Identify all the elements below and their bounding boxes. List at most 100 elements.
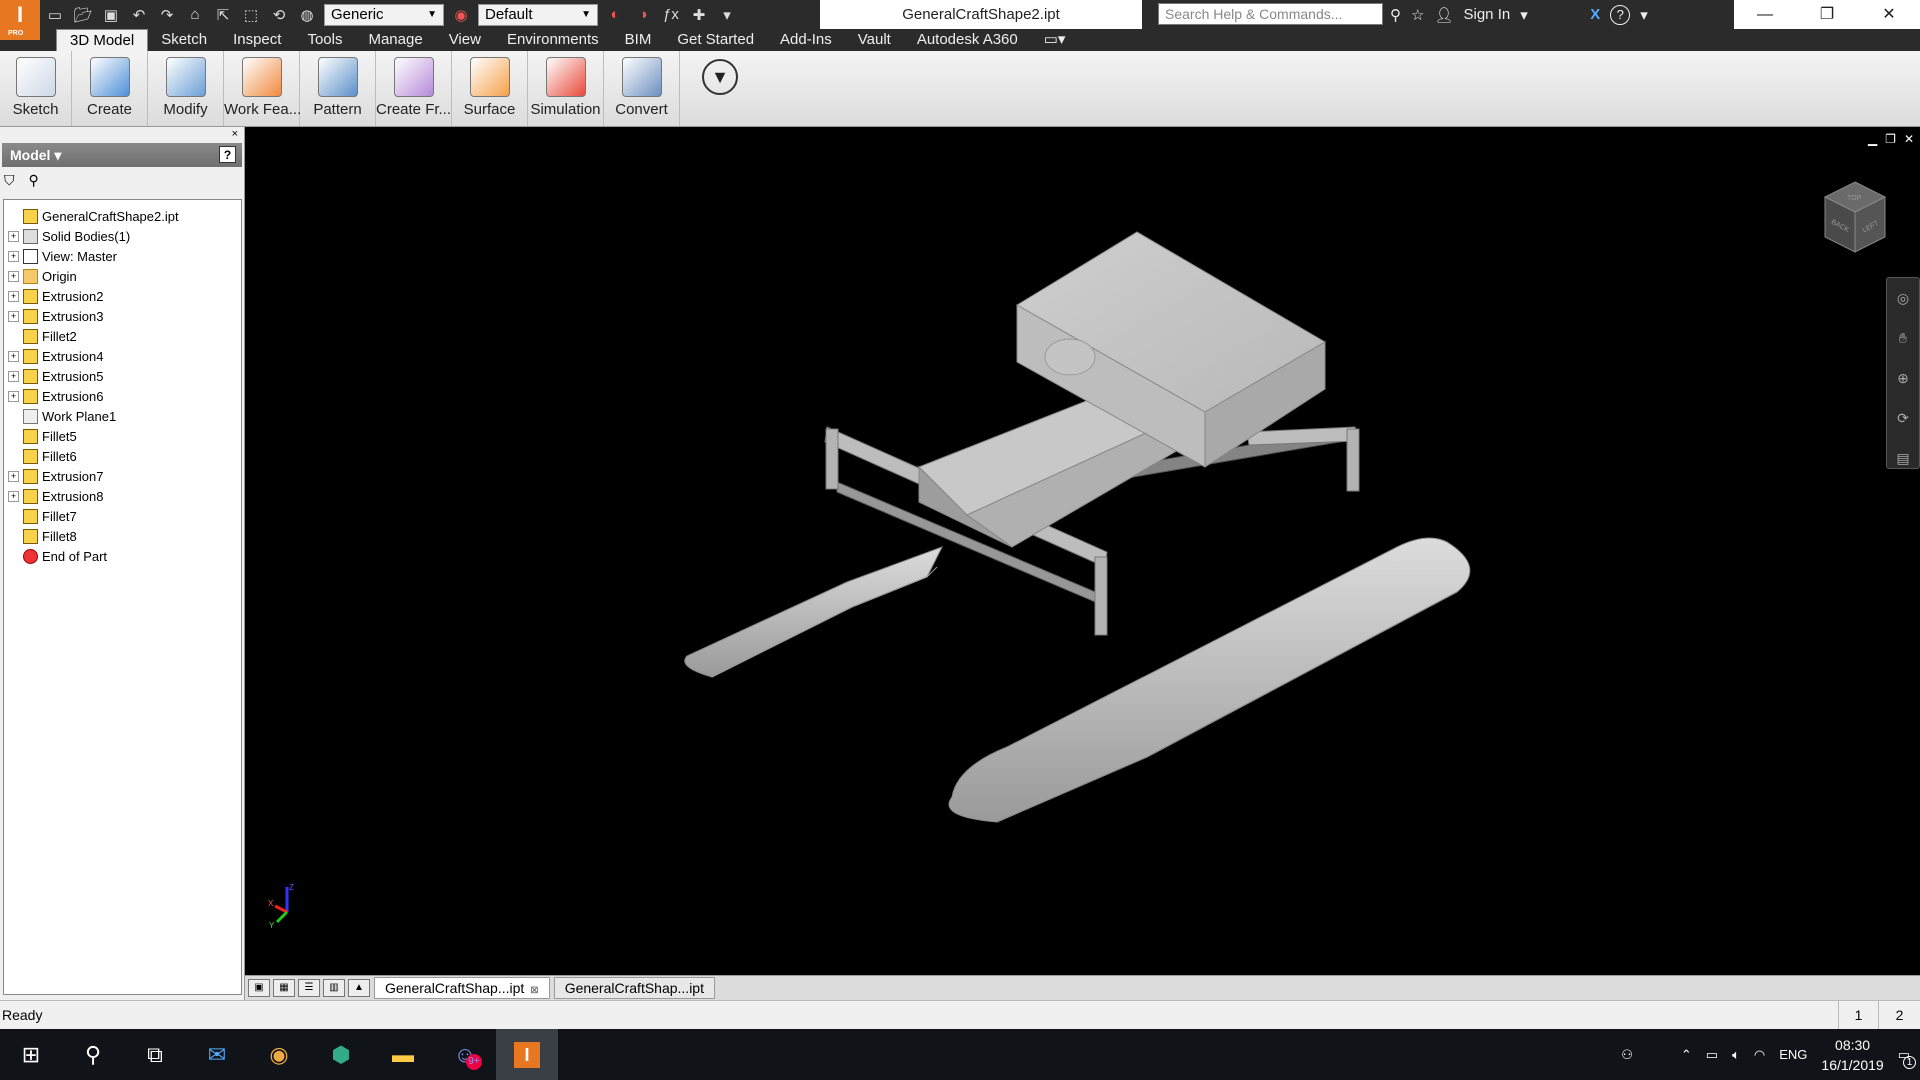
adjust-icon[interactable]: ◐ bbox=[604, 4, 626, 26]
app-green-icon[interactable]: ⬢ bbox=[310, 1029, 372, 1080]
tile-vertical-icon[interactable]: ▥ bbox=[323, 979, 345, 997]
ribbon-sketchbutton[interactable]: Sketch bbox=[0, 51, 72, 126]
return-icon[interactable]: ⇱ bbox=[212, 4, 234, 26]
expand-plus-icon[interactable]: + bbox=[8, 270, 19, 282]
more-panels-button[interactable]: ▼ bbox=[700, 51, 740, 126]
tab-bim[interactable]: BIM bbox=[612, 29, 665, 51]
ribbon-modifybutton[interactable]: Modify bbox=[148, 51, 224, 126]
expand-plus-icon[interactable]: + bbox=[8, 290, 19, 302]
tab-add-ins[interactable]: Add-Ins bbox=[767, 29, 845, 51]
ribbon-createbutton[interactable]: Create bbox=[72, 51, 148, 126]
app-logo[interactable]: I PRO bbox=[0, 0, 40, 40]
task-view-icon[interactable]: ⧉ bbox=[124, 1029, 186, 1080]
inventor-taskbar-icon[interactable]: I bbox=[496, 1029, 558, 1080]
close-button[interactable]: ✕ bbox=[1858, 0, 1920, 29]
ribbon-work-fea-button[interactable]: Work Fea... bbox=[224, 51, 301, 126]
tab-3d-model[interactable]: 3D Model bbox=[56, 29, 149, 51]
chrome-icon[interactable]: ◉ bbox=[248, 1029, 310, 1080]
tab-view[interactable]: View bbox=[436, 29, 494, 51]
clock[interactable]: 08:30 16/1/2019 bbox=[1821, 1035, 1883, 1075]
help-button[interactable]: ? bbox=[1610, 4, 1631, 25]
expand-plus-icon[interactable]: + bbox=[8, 230, 19, 242]
language-indicator[interactable]: ENG bbox=[1779, 1047, 1807, 1062]
discord-icon[interactable]: ☺ 9+ bbox=[434, 1029, 496, 1080]
people-icon[interactable]: ⚇ bbox=[1621, 1047, 1633, 1063]
document-tab-close-icon[interactable]: ⊠ bbox=[530, 985, 538, 996]
battery-icon[interactable]: ▭ bbox=[1706, 1047, 1718, 1063]
ribbon-patternbutton[interactable]: Pattern bbox=[300, 51, 376, 126]
appearance-select[interactable]: Default ▼ bbox=[478, 3, 598, 26]
expand-plus-icon[interactable]: + bbox=[8, 250, 19, 262]
wifi-icon[interactable]: ◠ bbox=[1754, 1047, 1765, 1063]
outlook-icon[interactable]: ✉ bbox=[186, 1029, 248, 1080]
tab-autodesk-a360[interactable]: Autodesk A360 bbox=[904, 29, 1031, 51]
browser-node[interactable]: + Extrusion7 bbox=[4, 466, 241, 486]
search-tools-icon[interactable]: ⚲ bbox=[1390, 6, 1401, 24]
open-folder-icon[interactable]: 📂︎ bbox=[72, 4, 94, 26]
tab-manage[interactable]: Manage bbox=[355, 29, 435, 51]
browser-node[interactable]: GeneralCraftShape2.ipt bbox=[4, 206, 241, 226]
browser-node[interactable]: Fillet5 bbox=[4, 426, 241, 446]
browser-node[interactable]: + Origin bbox=[4, 266, 241, 286]
tab-sketch[interactable]: Sketch bbox=[148, 29, 220, 51]
show-hidden-icons-chevron[interactable]: ⌃ bbox=[1681, 1047, 1692, 1063]
document-list-icon[interactable]: ▲ bbox=[348, 979, 370, 997]
customize-qat-icon[interactable]: ▾ bbox=[716, 4, 738, 26]
browser-node[interactable]: Fillet6 bbox=[4, 446, 241, 466]
tab-environments[interactable]: Environments bbox=[494, 29, 612, 51]
new-file-icon[interactable]: ▭ bbox=[44, 4, 66, 26]
start-windows-icon[interactable]: ⊞ bbox=[0, 1029, 62, 1080]
volume-icon[interactable]: 🔈︎ bbox=[1732, 1047, 1740, 1063]
expand-plus-icon[interactable]: + bbox=[8, 310, 19, 322]
select-icon[interactable]: ⬚ bbox=[240, 4, 262, 26]
filter-icon[interactable]: ⛉ bbox=[4, 172, 15, 192]
tile-horizontal-icon[interactable]: ☰ bbox=[298, 979, 320, 997]
fx-parameters-button[interactable]: ƒx bbox=[660, 4, 682, 26]
expand-plus-icon[interactable]: + bbox=[8, 470, 19, 482]
appearance-icon[interactable]: ◉ bbox=[450, 4, 472, 26]
search-input[interactable]: Search Help & Commands... bbox=[1158, 3, 1383, 25]
expand-plus-icon[interactable]: + bbox=[8, 490, 19, 502]
tab-inspect[interactable]: Inspect bbox=[220, 29, 294, 51]
ribbon-surfacebutton[interactable]: Surface bbox=[452, 51, 528, 126]
expand-plus-icon[interactable]: + bbox=[8, 350, 19, 362]
tab-overflow-icon[interactable]: ▭▾ bbox=[1031, 29, 1079, 51]
expand-plus-icon[interactable]: + bbox=[8, 390, 19, 402]
browser-node[interactable]: Fillet8 bbox=[4, 526, 241, 546]
document-tab[interactable]: GeneralCraftShap...ipt bbox=[553, 977, 715, 999]
search-icon[interactable]: ⚲ bbox=[62, 1029, 124, 1080]
clear-override-icon[interactable]: ◑ bbox=[632, 4, 654, 26]
browser-node[interactable]: Work Plane1 bbox=[4, 406, 241, 426]
craft-3d-model[interactable] bbox=[247, 127, 1920, 975]
ribbon-simulationbutton[interactable]: Simulation bbox=[528, 51, 604, 126]
ribbon-convertbutton[interactable]: Convert bbox=[604, 51, 680, 126]
tile-windows-icon[interactable]: ▦ bbox=[273, 979, 295, 997]
save-icon[interactable]: ▣ bbox=[100, 4, 122, 26]
browser-node[interactable]: + Extrusion6 bbox=[4, 386, 241, 406]
browser-node[interactable]: + Extrusion8 bbox=[4, 486, 241, 506]
browser-node[interactable]: Fillet2 bbox=[4, 326, 241, 346]
restore-button[interactable]: ❐ bbox=[1796, 0, 1858, 29]
browser-close-button[interactable]: × bbox=[232, 128, 238, 140]
browser-node[interactable]: + View: Master bbox=[4, 246, 241, 266]
browser-header[interactable]: Model ▾? bbox=[2, 143, 242, 167]
update-icon[interactable]: ⟲ bbox=[268, 4, 290, 26]
browser-node[interactable]: + Extrusion5 bbox=[4, 366, 241, 386]
undo-icon[interactable]: ↶ bbox=[128, 4, 150, 26]
cascade-windows-icon[interactable]: ▣ bbox=[248, 979, 270, 997]
tab-vault[interactable]: Vault bbox=[845, 29, 904, 51]
measure-icon[interactable]: ✚ bbox=[688, 4, 710, 26]
action-center-icon[interactable]: ▭ 1 bbox=[1898, 1047, 1916, 1069]
browser-help-button[interactable]: ? bbox=[219, 146, 236, 163]
file-explorer-icon[interactable]: ▬ bbox=[372, 1029, 434, 1080]
browser-node[interactable]: End of Part bbox=[4, 546, 241, 566]
browser-node[interactable]: + Extrusion2 bbox=[4, 286, 241, 306]
expand-plus-icon[interactable]: + bbox=[8, 370, 19, 382]
browser-node[interactable]: + Extrusion4 bbox=[4, 346, 241, 366]
help-chevron-icon[interactable]: ▾ bbox=[1640, 6, 1648, 24]
tab-get-started[interactable]: Get Started bbox=[664, 29, 767, 51]
color-settings-icon[interactable]: ◍ bbox=[296, 4, 318, 26]
user-icon[interactable]: 👤︎ bbox=[1434, 6, 1453, 24]
redo-icon[interactable]: ↷ bbox=[156, 4, 178, 26]
favorites-star-icon[interactable]: ☆ bbox=[1411, 6, 1424, 24]
